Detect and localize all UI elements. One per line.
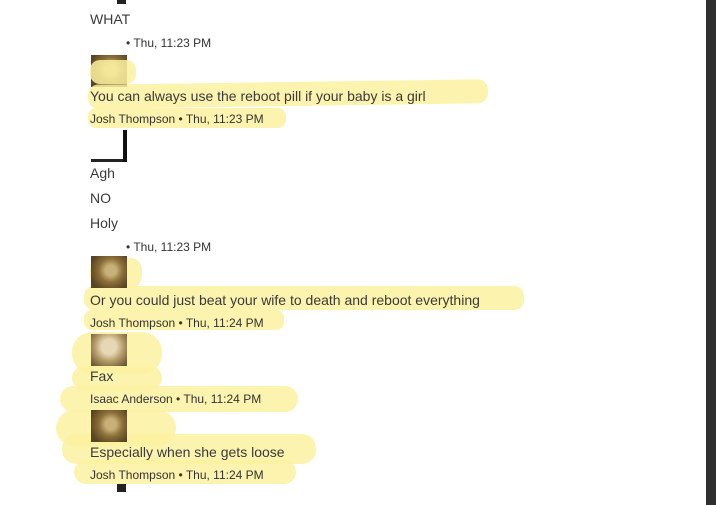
avatar-isaac[interactable] (91, 334, 127, 366)
message-reboot-pill: You can always use the reboot pill if yo… (90, 88, 426, 104)
message-what: WHAT (90, 11, 131, 27)
message-agh: Agh (90, 165, 115, 181)
message-meta-isaac: Isaac Anderson • Thu, 11:24 PM (90, 392, 262, 406)
avatar-edge (117, 484, 126, 492)
message-meta: • Thu, 11:23 PM (126, 240, 212, 254)
message-meta-josh: Josh Thompson • Thu, 11:23 PM (90, 112, 264, 126)
avatar-edge (117, 0, 126, 4)
message-fax: Fax (90, 368, 114, 384)
message-no: NO (90, 190, 111, 206)
avatar-josh[interactable] (91, 410, 127, 442)
chat-page: WHAT • Thu, 11:23 PM You can always use … (0, 0, 716, 505)
message-loose: Especially when she gets loose (90, 444, 285, 460)
highlight-mark (90, 60, 136, 84)
screen-edge (706, 0, 716, 505)
avatar-josh[interactable] (91, 256, 127, 288)
message-meta-josh: Josh Thompson • Thu, 11:24 PM (90, 316, 264, 330)
avatar-unknown[interactable] (91, 130, 127, 162)
message-meta: • Thu, 11:23 PM (126, 36, 212, 50)
message-holy: Holy (90, 215, 119, 231)
message-beat-wife: Or you could just beat your wife to deat… (90, 292, 480, 308)
message-meta-josh: Josh Thompson • Thu, 11:24 PM (90, 468, 264, 482)
